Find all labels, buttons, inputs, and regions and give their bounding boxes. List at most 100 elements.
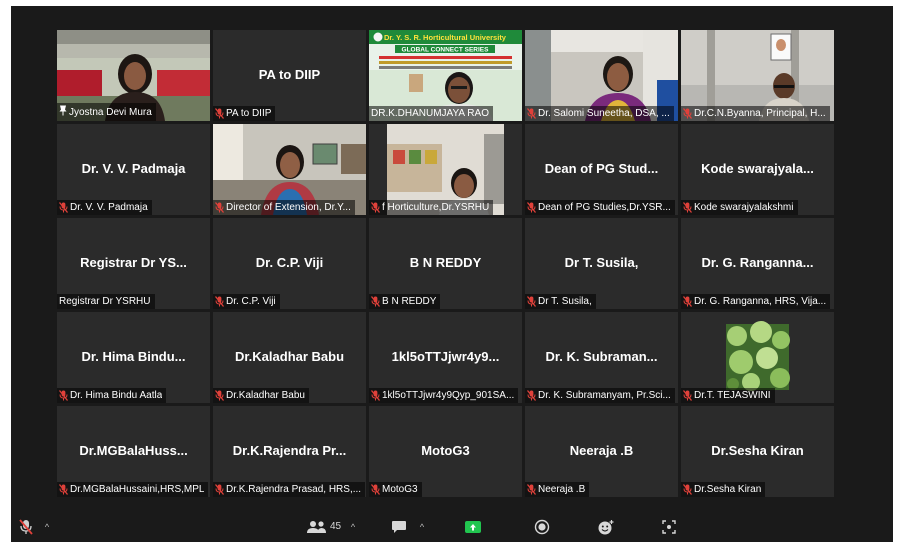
- participant-name-label: Dr. C.P. Viji: [226, 296, 276, 307]
- participant-tile[interactable]: 1kl5oTTJjwr4y9... 1kl5oTTJjwr4y9Qyp_901SA…: [369, 312, 522, 403]
- participant-tile[interactable]: Neeraja .B Neeraja .B: [525, 406, 678, 497]
- participant-name-label: PA to DIIP: [226, 108, 272, 119]
- participant-name-label: Dr.MGBalaHussaini,HRS,MPL: [70, 484, 205, 495]
- participant-name-label: DR.K.DHANUMJAYA RAO: [371, 108, 489, 119]
- participant-tile[interactable]: Dr.Kaladhar Babu Dr.Kaladhar Babu: [213, 312, 366, 403]
- gallery-grid: Jyostna Devi Mura PA to DIIP PA to DIIP Dr.…: [57, 30, 834, 497]
- participant-tile[interactable]: Dr. Hima Bindu... Dr. Hima Bindu Aatla: [57, 312, 210, 403]
- participant-name-label: Dr. V. V. Padmaja: [70, 202, 148, 213]
- participant-name-tag: Dr. V. V. Padmaja: [57, 200, 152, 215]
- participant-name-label: Jyostna Devi Mura: [69, 106, 152, 118]
- chat-icon: [392, 520, 406, 533]
- mic-off-icon: [683, 296, 692, 307]
- participant-name-label: Dr.Sesha Kiran: [694, 484, 762, 495]
- participant-name-tag: B N REDDY: [369, 294, 441, 309]
- mic-off-icon: [371, 484, 380, 495]
- participant-tile[interactable]: Dr.Sesha Kiran Dr.Sesha Kiran: [681, 406, 834, 497]
- participant-display-name: Dr. G. Ranganna...: [701, 254, 814, 270]
- participant-name-label: Dr. K. Subramanyam, Pr.Sci...: [538, 390, 671, 401]
- participant-tile[interactable]: Director of Extension, Dr.Y...: [213, 124, 366, 215]
- mic-off-icon: [527, 296, 536, 307]
- apps-icon: [662, 519, 676, 534]
- participant-tile[interactable]: Dr.K.Rajendra Pr... Dr.K.Rajendra Prasad,…: [213, 406, 366, 497]
- participant-tile[interactable]: Dr.C.N.Byanna, Principal, H...: [681, 30, 834, 121]
- share-screen-icon: [465, 520, 481, 533]
- participant-name-tag: Dean of PG Studies,Dr.YSR...: [525, 200, 675, 215]
- participant-name-tag: PA to DIIP: [213, 106, 276, 121]
- participant-name-tag: Registrar Dr YSRHU: [57, 294, 155, 309]
- participant-tile[interactable]: PA to DIIP PA to DIIP: [213, 30, 366, 121]
- participant-tile[interactable]: MotoG3 MotoG3: [369, 406, 522, 497]
- participant-name-tag: Director of Extension, Dr.Y...: [213, 200, 355, 215]
- participant-display-name: Kode swarajyala...: [701, 160, 814, 176]
- banner-subtitle: GLOBAL CONNECT SERIES: [402, 47, 490, 54]
- mic-off-icon: [59, 390, 68, 401]
- participant-display-name: Neeraja .B: [569, 442, 634, 458]
- participant-tile[interactable]: Registrar Dr YS... Registrar Dr YSRHU: [57, 218, 210, 309]
- participant-name-tag: Dr. G. Ranganna, HRS, Vija...: [681, 294, 831, 309]
- participant-name-label: Neeraja .B: [538, 484, 586, 495]
- participant-display-name: Dr. Hima Bindu...: [81, 348, 186, 364]
- participant-name-label: 1kl5oTTJjwr4y9Qyp_901SA...: [382, 390, 515, 401]
- participant-tile[interactable]: Dr. C.P. Viji Dr. C.P. Viji: [213, 218, 366, 309]
- audio-options-caret[interactable]: ^: [41, 511, 53, 542]
- share-screen-button[interactable]: [462, 511, 484, 542]
- mic-off-icon: [215, 108, 224, 119]
- reactions-button[interactable]: [595, 511, 617, 542]
- mic-off-icon: [371, 296, 380, 307]
- mic-off-icon: [683, 202, 692, 213]
- banner-title: Dr. Y. S. R. Horticultural University: [384, 33, 507, 42]
- participant-display-name: Dr.Sesha Kiran: [711, 442, 804, 458]
- participants-button[interactable]: 45: [301, 511, 347, 542]
- mic-off-icon: [215, 390, 224, 401]
- participant-tile[interactable]: Jyostna Devi Mura: [57, 30, 210, 121]
- participants-options-caret[interactable]: ^: [347, 511, 359, 542]
- mic-off-icon: [59, 202, 68, 213]
- participant-name-label: Dr.C.N.Byanna, Principal, H...: [694, 108, 826, 119]
- participant-name-tag: Neeraja .B: [525, 482, 590, 497]
- participant-name-tag: Jyostna Devi Mura: [57, 103, 156, 121]
- participant-display-name: B N REDDY: [409, 254, 482, 270]
- participant-tile[interactable]: Dr. G. Ranganna... Dr. G. Ranganna, HRS, …: [681, 218, 834, 309]
- record-icon: [534, 519, 550, 534]
- participant-display-name: Registrar Dr YS...: [80, 254, 187, 270]
- participant-name-label: Dr. G. Ranganna, HRS, Vija...: [694, 296, 827, 307]
- chat-options-caret[interactable]: ^: [416, 511, 428, 542]
- mic-off-icon: [371, 390, 380, 401]
- mic-off-icon: [527, 202, 536, 213]
- apps-button[interactable]: [658, 511, 680, 542]
- participant-name-tag: Dr. Hima Bindu Aatla: [57, 388, 167, 403]
- participant-name-tag: Dr. K. Subramanyam, Pr.Sci...: [525, 388, 675, 403]
- participant-name-label: Dr.K.Rajendra Prasad, HRS,...: [226, 484, 362, 495]
- participants-icon: [306, 520, 326, 533]
- participant-name-tag: Dr T. Susila,: [525, 294, 596, 309]
- participant-name-tag: f Horticulture,Dr.YSRHU: [369, 200, 494, 215]
- record-button[interactable]: [531, 511, 553, 542]
- participant-tile[interactable]: Dr T. Susila, Dr T. Susila,: [525, 218, 678, 309]
- participant-tile[interactable]: Dr. K. Subraman... Dr. K. Subramanyam, Pr…: [525, 312, 678, 403]
- unmute-button[interactable]: [15, 511, 37, 542]
- participant-name-tag: Dr.C.N.Byanna, Principal, H...: [681, 106, 830, 121]
- participant-name-label: Registrar Dr YSRHU: [59, 296, 151, 307]
- participant-tile[interactable]: Dr. V. V. Padmaja Dr. V. V. Padmaja: [57, 124, 210, 215]
- mic-muted-icon: [19, 518, 33, 535]
- participant-tile[interactable]: f Horticulture,Dr.YSRHU: [369, 124, 522, 215]
- participant-name-tag: DR.K.DHANUMJAYA RAO: [369, 106, 493, 121]
- participant-name-tag: Dr. Salomi Suneetha, DSA, ...: [525, 106, 674, 121]
- mic-off-icon: [683, 390, 692, 401]
- mic-off-icon: [215, 296, 224, 307]
- participant-tile[interactable]: B N REDDY B N REDDY: [369, 218, 522, 309]
- participant-name-tag: Dr. C.P. Viji: [213, 294, 280, 309]
- participant-tile[interactable]: Dr.T. TEJASWINI: [681, 312, 834, 403]
- participant-name-label: Dr. Salomi Suneetha, DSA, ...: [538, 108, 670, 119]
- chat-button[interactable]: [388, 511, 410, 542]
- participant-tile[interactable]: Kode swarajyala... Kode swarajyalakshmi: [681, 124, 834, 215]
- participant-tile[interactable]: Dr.MGBalaHuss... Dr.MGBalaHussaini,HRS,MP…: [57, 406, 210, 497]
- participant-name-label: Dr.Kaladhar Babu: [226, 390, 305, 401]
- participant-tile[interactable]: Dean of PG Stud... Dean of PG Studies,Dr.…: [525, 124, 678, 215]
- participant-tile[interactable]: Dr. Y. S. R. Horticultural University GLO…: [369, 30, 522, 121]
- mic-off-icon: [215, 202, 224, 213]
- mic-off-icon: [215, 484, 224, 495]
- zoom-meeting-window: Jyostna Devi Mura PA to DIIP PA to DIIP Dr.…: [11, 6, 893, 542]
- participant-tile[interactable]: Dr. Salomi Suneetha, DSA, ...: [525, 30, 678, 121]
